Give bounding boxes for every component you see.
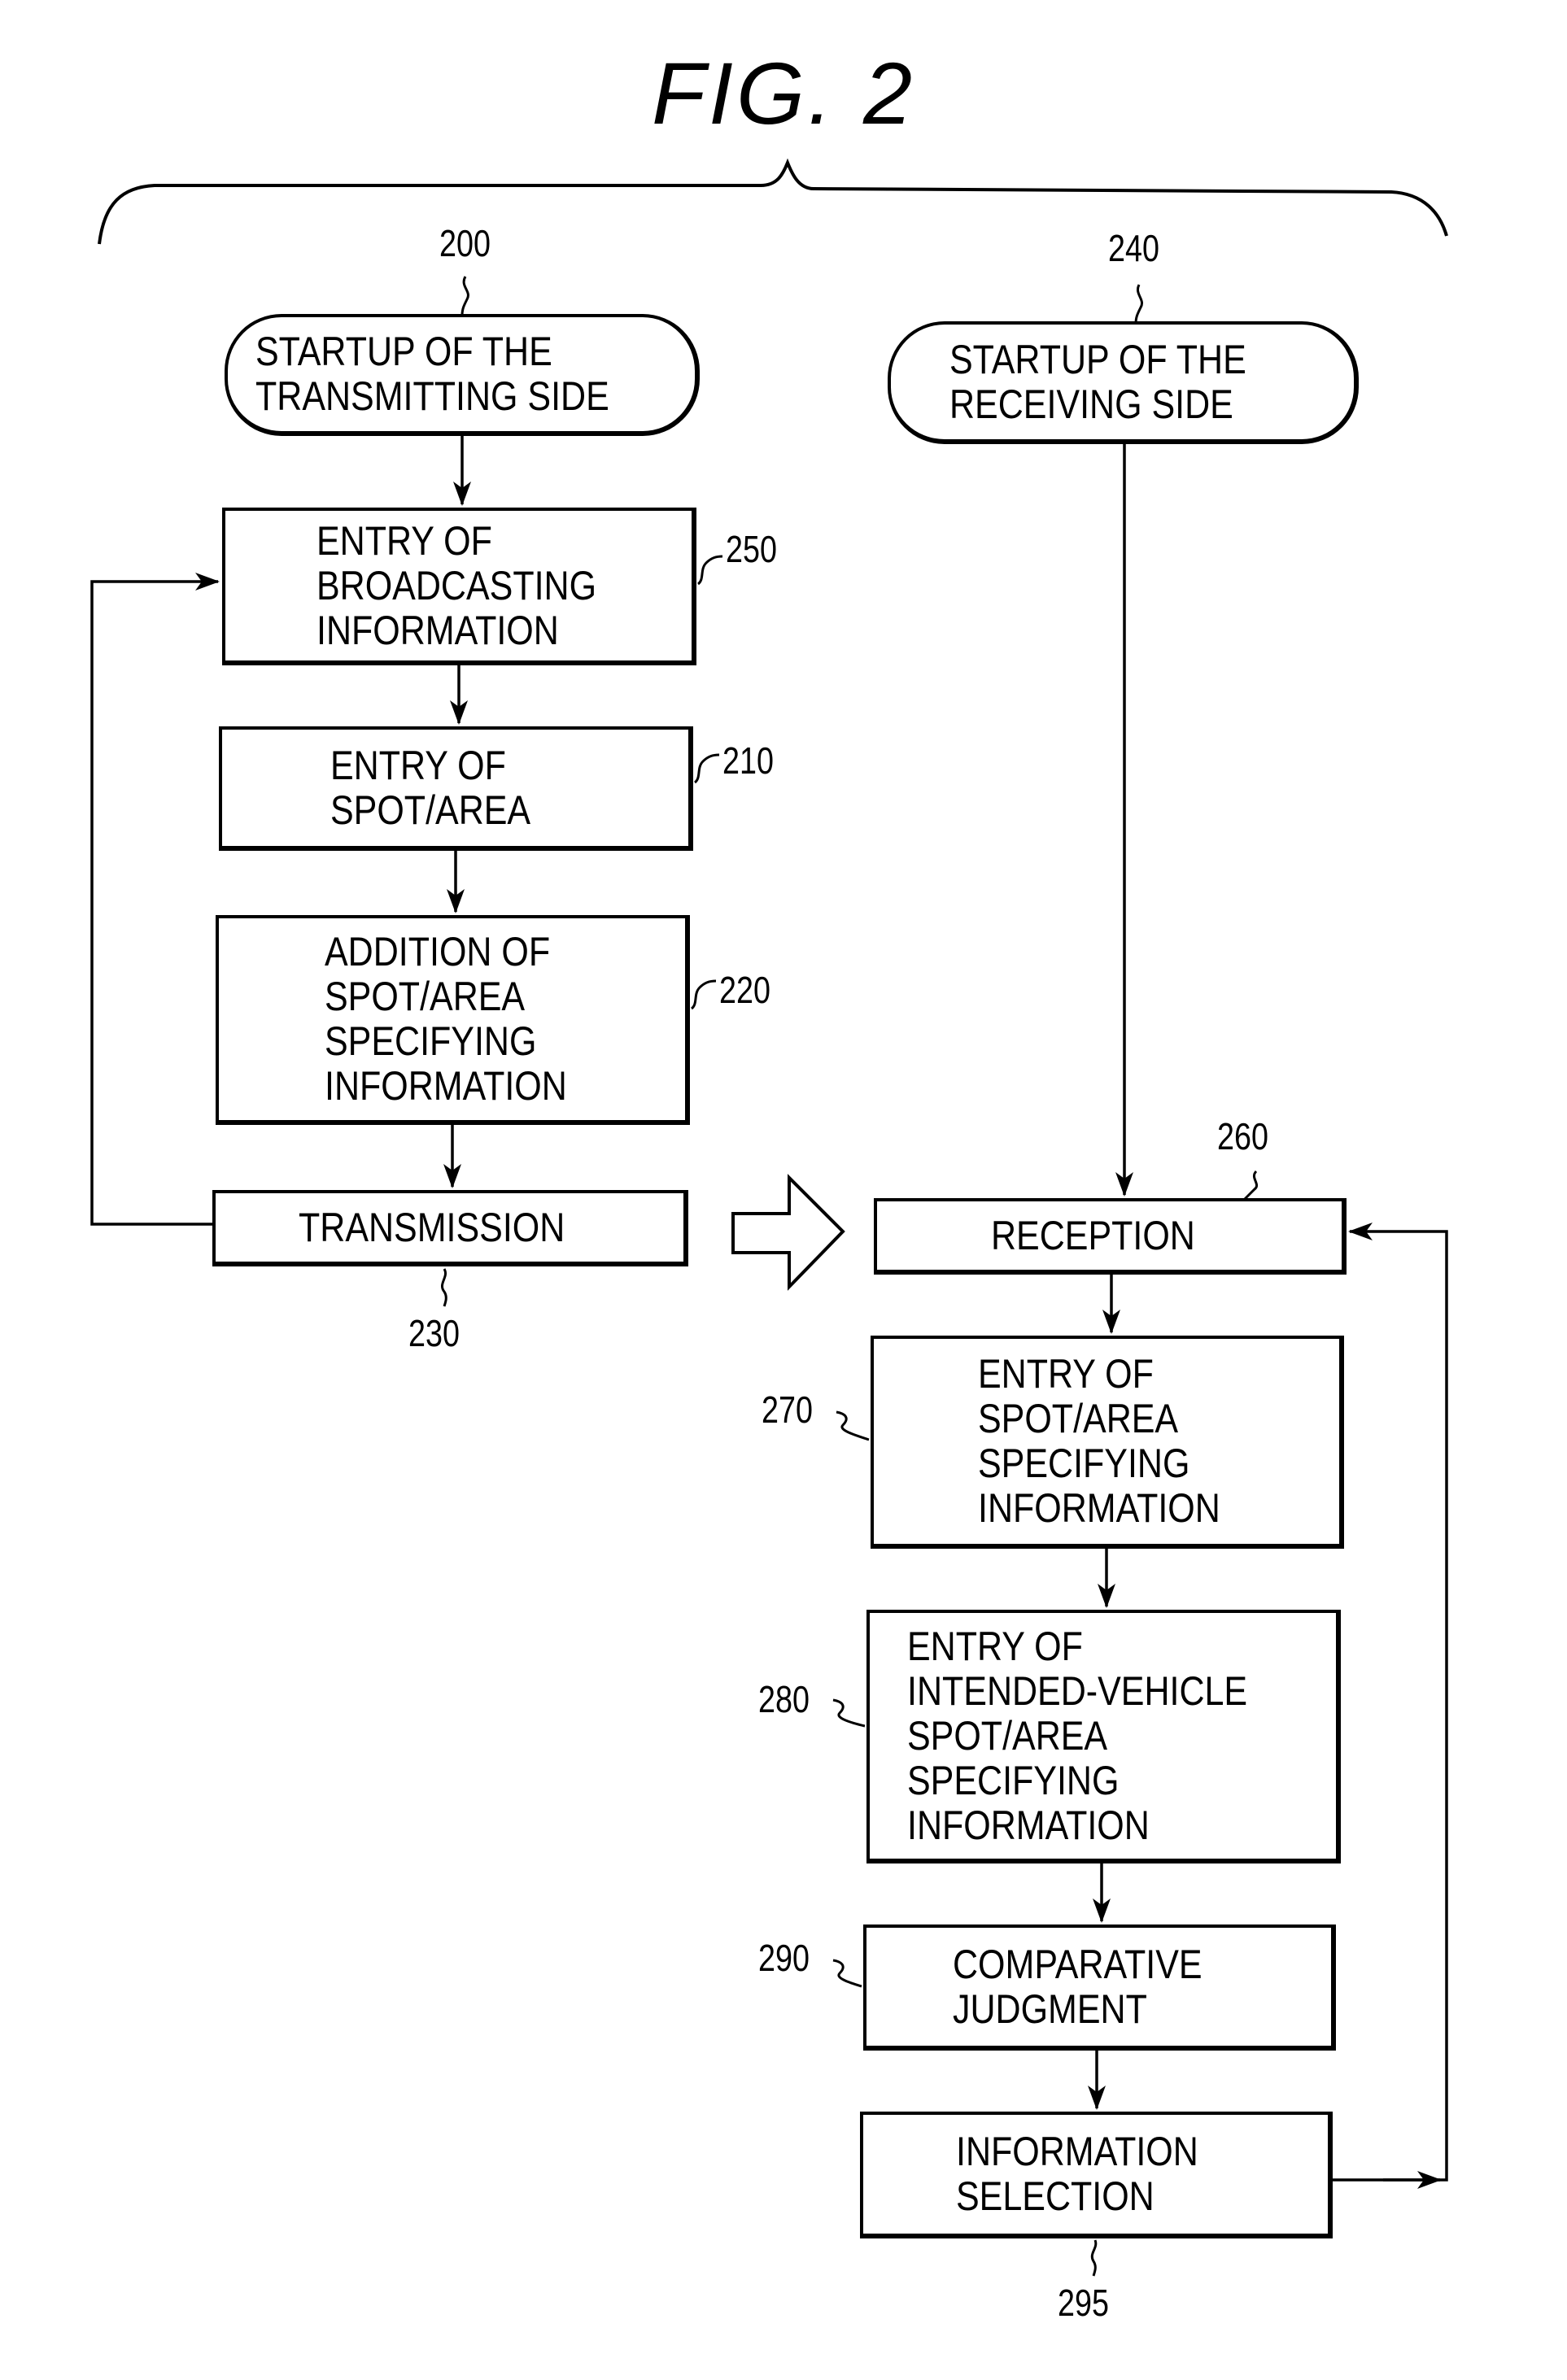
node-295-information-selection: INFORMATION SELECTION (860, 2112, 1333, 2238)
node-280-line-5: INFORMATION (907, 1802, 1150, 1848)
node-220-line-2: SPOT/AREA (325, 974, 526, 1019)
ref-290: 290 (758, 1937, 810, 1979)
leader-260 (1243, 1170, 1259, 1201)
node-290-line-1: COMPARATIVE (953, 1941, 1203, 1987)
node-200-startup-transmitting: STARTUP OF THE TRANSMITTING SIDE (225, 314, 700, 436)
leader-290 (832, 1959, 862, 1988)
figure-title: FIG. 2 (651, 44, 916, 142)
node-295-line-2: SELECTION (956, 2173, 1155, 2219)
grouping-brace (98, 158, 1448, 245)
ref-295: 295 (1058, 2282, 1109, 2324)
node-250-line-1: ENTRY OF (316, 517, 492, 564)
leader-270 (836, 1410, 870, 1441)
node-270-entry-specifying-info: ENTRY OF SPOT/AREA SPECIFYING INFORMATIO… (871, 1336, 1344, 1549)
node-270-line-1: ENTRY OF (978, 1351, 1154, 1397)
leader-280 (832, 1698, 866, 1728)
node-270-line-4: INFORMATION (978, 1485, 1220, 1531)
node-280-line-3: SPOT/AREA (907, 1712, 1108, 1759)
node-200-line-1: STARTUP OF THE (255, 329, 552, 374)
ref-200: 200 (439, 222, 491, 264)
node-260-line-1: RECEPTION (991, 1212, 1195, 1258)
leader-295 (1090, 2239, 1098, 2277)
node-240-line-2: RECEIVING SIDE (949, 381, 1234, 427)
ref-220: 220 (719, 969, 770, 1011)
node-250-entry-broadcasting: ENTRY OF BROADCASTING INFORMATION (222, 508, 696, 665)
node-240-line-1: STARTUP OF THE (949, 336, 1247, 382)
node-280-line-1: ENTRY OF (907, 1623, 1083, 1669)
node-270-line-2: SPOT/AREA (978, 1396, 1179, 1441)
ref-250: 250 (726, 528, 777, 570)
node-250-line-3: INFORMATION (316, 607, 559, 653)
ref-240: 240 (1108, 227, 1159, 269)
node-280-entry-intended-vehicle: ENTRY OF INTENDED-VEHICLE SPOT/AREA SPEC… (866, 1610, 1341, 1863)
node-200-line-2: TRANSMITTING SIDE (255, 373, 610, 419)
ref-210: 210 (722, 739, 774, 782)
ref-260: 260 (1217, 1115, 1268, 1157)
node-210-line-2: SPOT/AREA (330, 787, 531, 833)
leader-250 (696, 555, 723, 586)
node-250-line-2: BROADCASTING (316, 562, 597, 608)
leader-240 (1134, 284, 1143, 325)
leader-210 (693, 753, 720, 784)
node-280-line-2: INTENDED-VEHICLE (907, 1667, 1248, 1714)
node-220-line-4: INFORMATION (325, 1063, 567, 1109)
node-290-line-2: JUDGMENT (953, 1986, 1147, 2032)
node-210-line-1: ENTRY OF (330, 742, 506, 788)
node-220-addition-specifying-info: ADDITION OF SPOT/AREA SPECIFYING INFORMA… (216, 915, 690, 1125)
ref-280: 280 (758, 1678, 810, 1720)
node-230-line-1: TRANSMISSION (299, 1204, 565, 1250)
leader-200 (460, 276, 469, 316)
leader-230 (440, 1268, 447, 1307)
node-230-transmission: TRANSMISSION (212, 1190, 688, 1266)
node-220-line-1: ADDITION OF (325, 929, 551, 974)
loop-230-to-250 (90, 573, 220, 1226)
hollow-transfer-arrow (731, 1174, 845, 1291)
ref-230: 230 (408, 1312, 460, 1354)
leader-220 (690, 979, 717, 1010)
ref-270: 270 (762, 1388, 813, 1431)
node-295-line-1: INFORMATION (956, 2129, 1198, 2174)
node-210-entry-spot-area: ENTRY OF SPOT/AREA (219, 726, 693, 851)
node-270-line-3: SPECIFYING (978, 1441, 1190, 1486)
node-280-line-4: SPECIFYING (907, 1757, 1120, 1803)
node-220-line-3: SPECIFYING (325, 1018, 537, 1064)
node-290-comparative-judgment: COMPARATIVE JUDGMENT (863, 1924, 1336, 2051)
node-240-startup-receiving: STARTUP OF THE RECEIVING SIDE (888, 321, 1359, 444)
node-260-reception: RECEPTION (874, 1198, 1347, 1275)
loop-295-to-260 (1333, 1223, 1448, 2182)
